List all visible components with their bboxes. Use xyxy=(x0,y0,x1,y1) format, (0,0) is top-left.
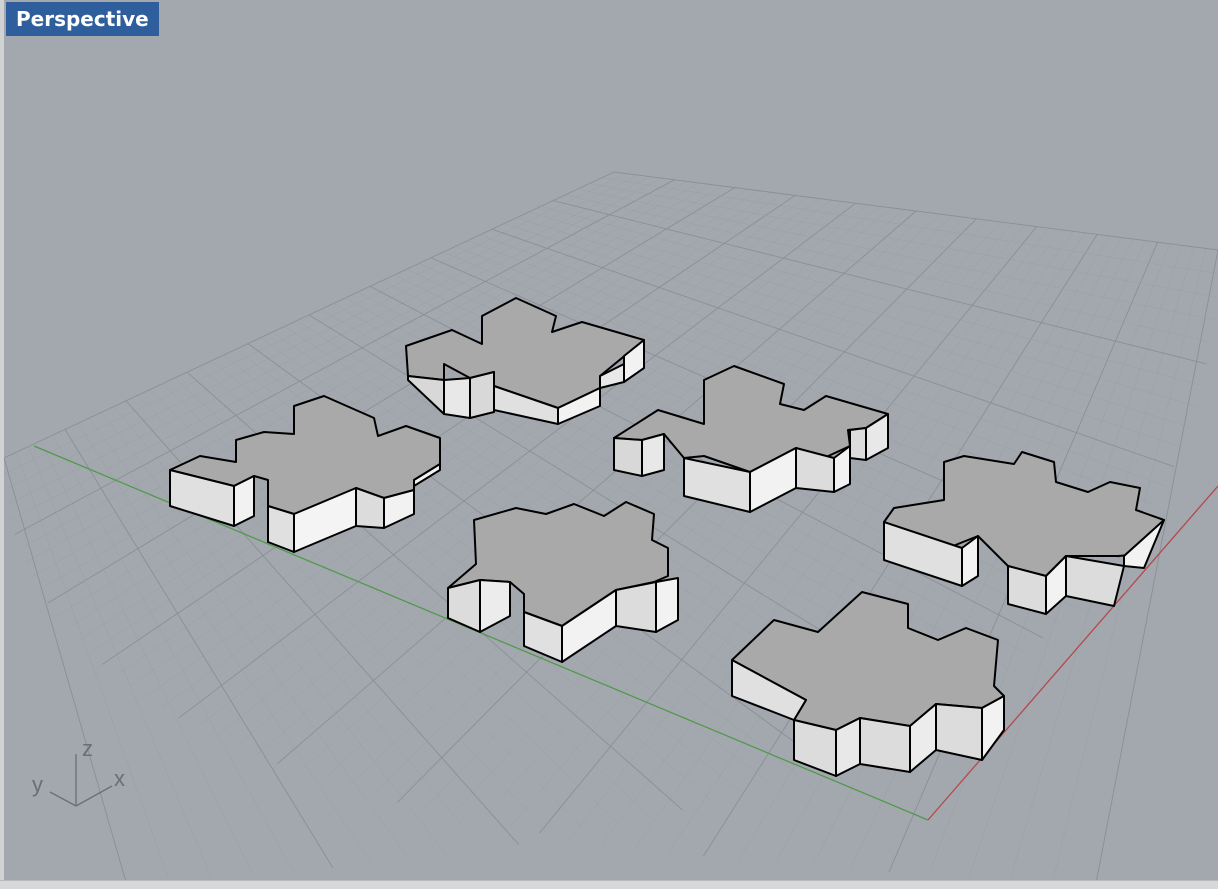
axis-triad: z x y xyxy=(32,736,125,807)
puzzle-piece-back-left[interactable] xyxy=(405,297,645,425)
x-axis-label: x xyxy=(114,766,125,791)
z-axis-label: z xyxy=(82,736,93,761)
viewport-title-tab[interactable]: Perspective xyxy=(6,2,159,36)
y-axis-label: y xyxy=(32,772,43,797)
puzzle-piece-front-left[interactable] xyxy=(169,395,441,553)
perspective-viewport[interactable]: z x y Perspective xyxy=(4,0,1218,880)
viewport-canvas[interactable]: z x y xyxy=(4,0,1218,880)
puzzle-piece-back-right[interactable] xyxy=(883,451,1165,615)
puzzle-piece-front-right[interactable] xyxy=(731,591,1005,777)
